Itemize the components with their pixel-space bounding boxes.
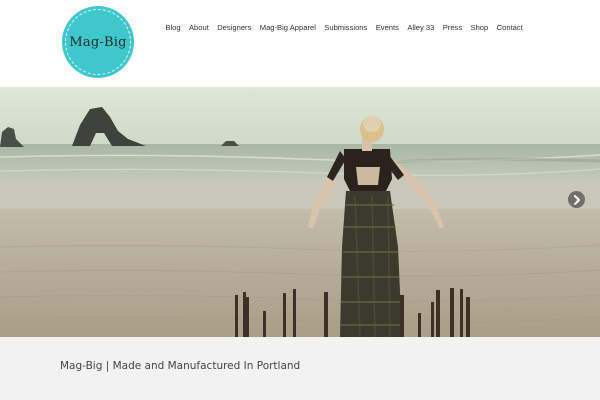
chevron-right-icon xyxy=(573,194,580,205)
nav-item-events[interactable]: Events xyxy=(372,22,404,34)
nav-item-shop[interactable]: Shop xyxy=(466,22,492,34)
site-header: Mag-Big Blog About Designers Mag-Big App… xyxy=(0,0,600,87)
nav-item-alley-33[interactable]: Alley 33 xyxy=(403,22,438,34)
nav-item-press[interactable]: Press xyxy=(439,22,467,34)
nav-item-designers[interactable]: Designers xyxy=(213,22,256,34)
nav-item-contact[interactable]: Contact xyxy=(492,22,527,34)
nav-item-apparel[interactable]: Mag-Big Apparel xyxy=(256,22,321,34)
site-logo[interactable]: Mag-Big xyxy=(62,6,134,78)
hero-image xyxy=(0,87,600,337)
nav-item-blog[interactable]: Blog xyxy=(161,22,185,34)
hero-slider xyxy=(0,87,600,337)
nav-item-submissions[interactable]: Submissions xyxy=(320,22,371,34)
site-tagline: Mag-Big | Made and Manufactured In Portl… xyxy=(60,360,301,372)
main-nav: Blog About Designers Mag-Big Apparel Sub… xyxy=(161,22,527,34)
tagline-band: Mag-Big | Made and Manufactured In Portl… xyxy=(0,337,600,400)
nav-item-about[interactable]: About xyxy=(185,22,213,34)
logo-text: Mag-Big xyxy=(69,34,127,50)
slider-next-button[interactable] xyxy=(568,191,585,208)
